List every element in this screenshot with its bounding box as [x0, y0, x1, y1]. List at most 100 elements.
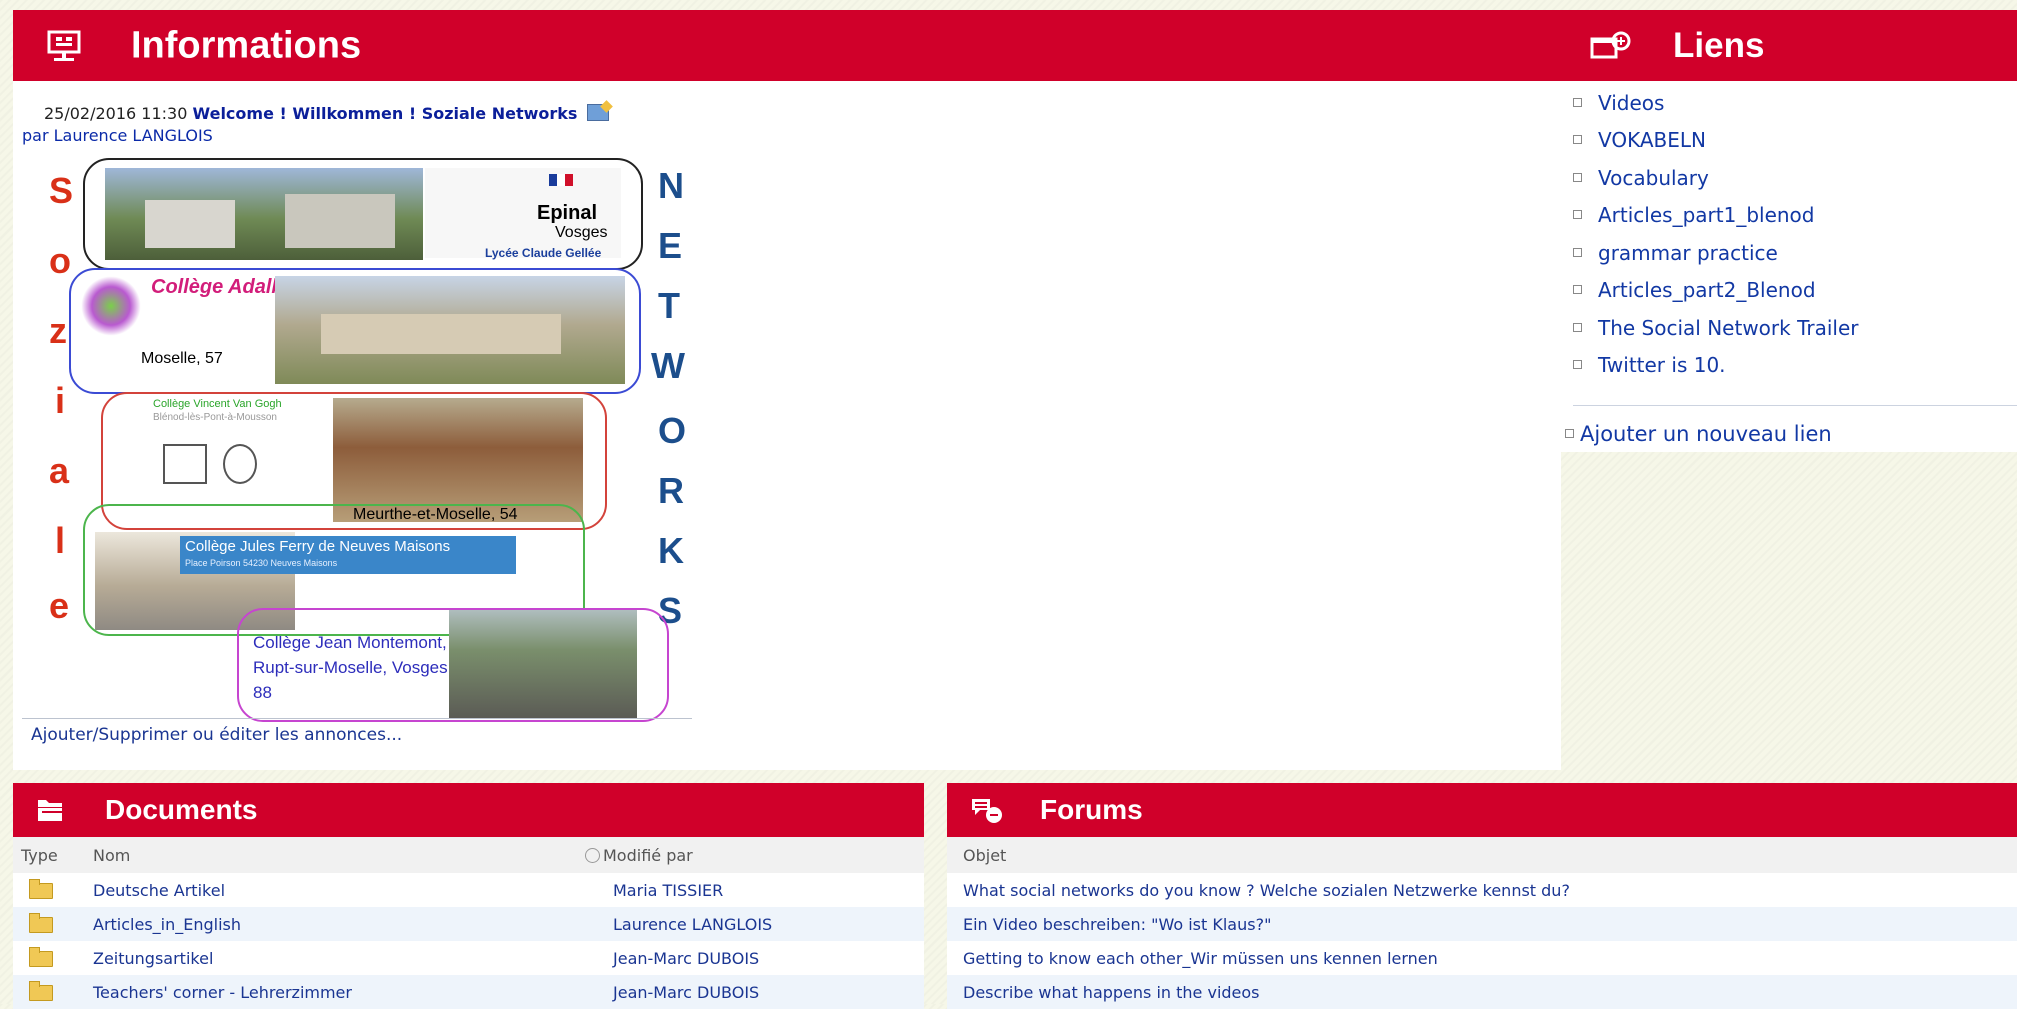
folder-icon	[29, 879, 53, 899]
document-name[interactable]: Deutsche Artikel	[93, 881, 225, 900]
link-item[interactable]: The Social Network Trailer	[1573, 316, 1858, 340]
add-link-label[interactable]: Ajouter un nouveau lien	[1580, 422, 1832, 446]
school-box-montemont: Collège Jean Montemont, Rupt-sur-Moselle…	[237, 608, 669, 722]
column-name[interactable]: Nom	[93, 846, 130, 865]
building-shape	[285, 194, 395, 248]
forums-table-header: Objet	[947, 837, 2017, 873]
presentation-icon	[47, 30, 81, 61]
building-shape	[321, 314, 561, 354]
column-modified[interactable]: Modifié par	[585, 846, 693, 865]
bullet-icon	[1573, 248, 1582, 257]
bullet-icon	[1573, 323, 1582, 332]
school-place: Epinal	[537, 202, 598, 224]
sort-radio-icon[interactable]	[585, 848, 600, 863]
link-label[interactable]: Vocabulary	[1598, 166, 1709, 190]
building-shape	[145, 200, 235, 248]
link-item[interactable]: Videos	[1573, 91, 1664, 115]
link-label[interactable]: Twitter is 10.	[1598, 353, 1726, 377]
liens-title: Liens	[1673, 25, 1765, 65]
link-item[interactable]: Twitter is 10.	[1573, 353, 1726, 377]
link-label[interactable]: Articles_part2_Blenod	[1598, 278, 1816, 302]
letter-n: N	[658, 165, 684, 206]
post-title-link[interactable]: Welcome ! Willkommen ! Soziale Networks	[193, 104, 578, 123]
tree-logo-icon	[81, 276, 141, 336]
table-row[interactable]: Articles_in_English Laurence LANGLOIS	[13, 907, 924, 941]
informations-panel: Informations 25/02/2016 11:30 Welcome ! …	[13, 10, 1561, 770]
forums-header: Forums	[947, 783, 2017, 837]
link-item[interactable]: Articles_part1_blenod	[1573, 203, 1814, 227]
document-modified-by[interactable]: Maria TISSIER	[613, 881, 723, 900]
letter-i: i	[55, 380, 66, 421]
liens-header: Liens	[1561, 10, 2017, 81]
french-flag-icon	[549, 174, 573, 186]
leaf-logo-icon	[223, 444, 257, 484]
school-name: Collège Jules Ferry de Neuves Maisons	[185, 538, 451, 555]
letter-w: W	[651, 345, 685, 386]
forums-title: Forums	[1040, 794, 1143, 825]
school-photo	[449, 610, 637, 718]
informations-header: Informations	[13, 10, 1561, 81]
letter-o: o	[49, 240, 71, 281]
folder-icon	[29, 947, 53, 967]
school-place: Moselle, 57	[141, 350, 223, 367]
school-place: Blénod-lès-Pont-à-Mousson	[153, 412, 277, 423]
bullet-icon	[1573, 173, 1582, 182]
forum-row[interactable]: Ein Video beschreiben: "Wo ist Klaus?"	[947, 907, 2017, 941]
link-item[interactable]: Vocabulary	[1573, 166, 1709, 190]
document-modified-by[interactable]: Jean-Marc DUBOIS	[613, 949, 759, 968]
manage-announcements-link[interactable]: Ajouter/Supprimer ou éditer les annonces…	[31, 725, 402, 745]
documents-panel: Documents Type Nom Modifié par Deutsche …	[13, 783, 924, 1009]
documents-header: Documents	[13, 783, 924, 837]
unesco-temple-icon	[163, 444, 207, 484]
post-datetime: 25/02/2016 11:30	[44, 104, 188, 123]
letter-l: l	[55, 520, 66, 561]
forum-topic[interactable]: Describe what happens in the videos	[963, 983, 1260, 1002]
link-label[interactable]: grammar practice	[1598, 241, 1778, 265]
documents-table-header: Type Nom Modifié par	[13, 837, 924, 873]
note-edit-icon[interactable]	[586, 104, 609, 121]
folders-icon	[38, 800, 62, 821]
table-row[interactable]: Zeitungsartikel Jean-Marc DUBOIS	[13, 941, 924, 975]
divider	[1573, 405, 2017, 406]
bullet-icon	[1565, 428, 1574, 438]
link-label[interactable]: VOKABELN	[1598, 128, 1706, 152]
forum-row[interactable]: Getting to know each other_Wir müssen un…	[947, 941, 2017, 975]
forum-topic[interactable]: Getting to know each other_Wir müssen un…	[963, 949, 1438, 968]
document-name[interactable]: Zeitungsartikel	[93, 949, 213, 968]
column-subject[interactable]: Objet	[963, 846, 1006, 865]
document-modified-by[interactable]: Laurence LANGLOIS	[613, 915, 772, 934]
link-item[interactable]: grammar practice	[1573, 241, 1778, 265]
school-box-adalbert: Collège Adalbert Moselle, 57	[69, 268, 641, 394]
link-item[interactable]: VOKABELN	[1573, 128, 1706, 152]
table-row[interactable]: Deutsche Artikel Maria TISSIER	[13, 873, 924, 907]
forum-topic[interactable]: What social networks do you know ? Welch…	[963, 881, 1570, 900]
bullet-icon	[1573, 360, 1582, 369]
letter-a: a	[49, 450, 70, 491]
divider	[22, 718, 692, 719]
informations-title: Informations	[131, 24, 362, 66]
school-region: Vosges	[555, 224, 608, 241]
letter-k: K	[658, 530, 684, 571]
letter-z: z	[49, 310, 67, 351]
letter-s: S	[49, 170, 74, 211]
post-meta: 25/02/2016 11:30 Welcome ! Willkommen ! …	[44, 104, 609, 123]
school-name: Collège Jean Montemont, Rupt-sur-Moselle…	[253, 633, 453, 702]
bullet-icon	[1573, 285, 1582, 294]
link-item[interactable]: Articles_part2_Blenod	[1573, 278, 1816, 302]
documents-title: Documents	[105, 794, 258, 825]
letter-e2: E	[658, 225, 683, 266]
document-name[interactable]: Articles_in_English	[93, 915, 241, 934]
link-label[interactable]: Videos	[1598, 91, 1664, 115]
document-name[interactable]: Teachers' corner - Lehrerzimmer	[93, 983, 352, 1002]
add-link-button[interactable]: Ajouter un nouveau lien	[1565, 422, 1832, 446]
column-type[interactable]: Type	[21, 846, 58, 865]
bullet-icon	[1573, 98, 1582, 107]
column-modified-label[interactable]: Modifié par	[603, 846, 693, 865]
chat-bubbles-icon	[972, 799, 1002, 823]
forum-topic[interactable]: Ein Video beschreiben: "Wo ist Klaus?"	[963, 915, 1271, 934]
forum-row[interactable]: What social networks do you know ? Welch…	[947, 873, 2017, 907]
document-modified-by[interactable]: Jean-Marc DUBOIS	[613, 983, 759, 1002]
link-label[interactable]: The Social Network Trailer	[1598, 316, 1858, 340]
bullet-icon	[1573, 135, 1582, 144]
link-label[interactable]: Articles_part1_blenod	[1598, 203, 1814, 227]
